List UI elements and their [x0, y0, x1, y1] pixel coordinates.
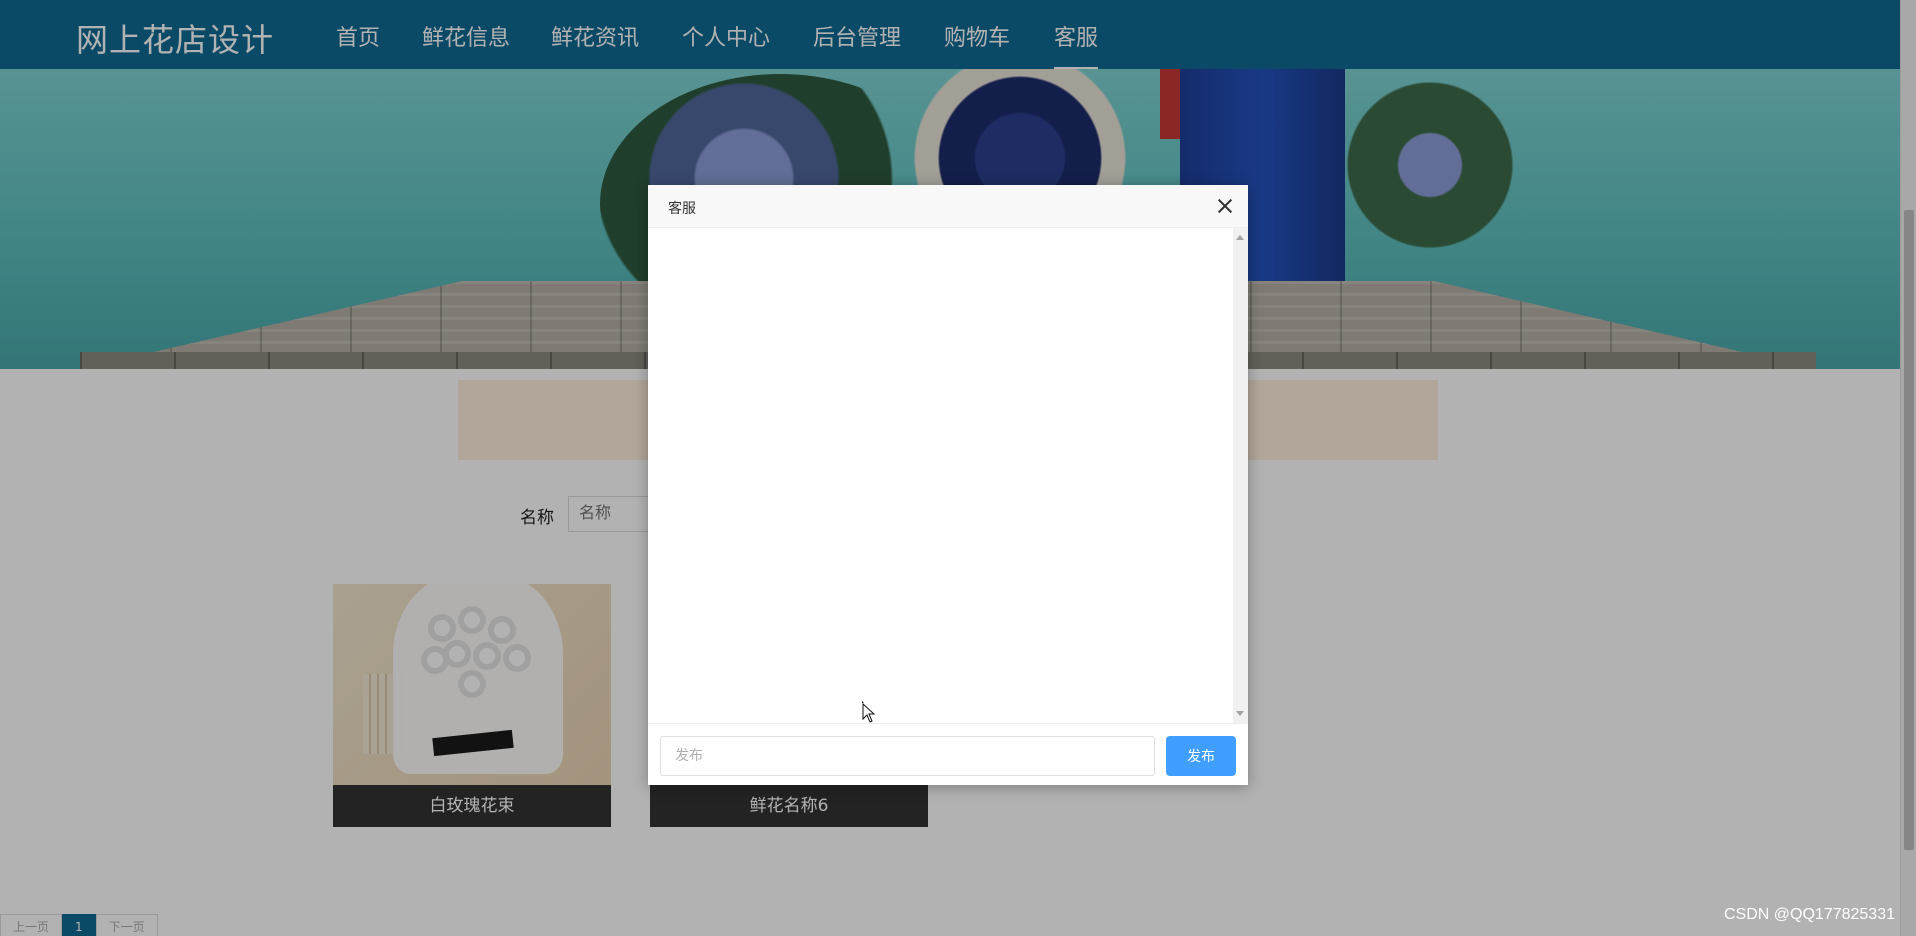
chat-message-area[interactable] [648, 228, 1233, 723]
mouse-cursor-icon [862, 701, 876, 723]
scroll-down-arrow-icon[interactable] [1236, 711, 1244, 716]
close-icon[interactable] [1216, 197, 1234, 215]
chat-footer: 发布 [648, 723, 1248, 785]
chat-message-input[interactable] [660, 736, 1155, 776]
dialog-title: 客服 [668, 201, 696, 217]
send-button[interactable]: 发布 [1166, 736, 1236, 776]
dialog-header: 客服 [648, 185, 1248, 228]
chat-scrollbar[interactable] [1233, 228, 1248, 723]
customer-service-dialog: 客服 发布 [648, 185, 1248, 785]
scroll-up-arrow-icon[interactable] [1236, 235, 1244, 240]
csdn-watermark: CSDN @QQ177825331 [1724, 906, 1895, 923]
